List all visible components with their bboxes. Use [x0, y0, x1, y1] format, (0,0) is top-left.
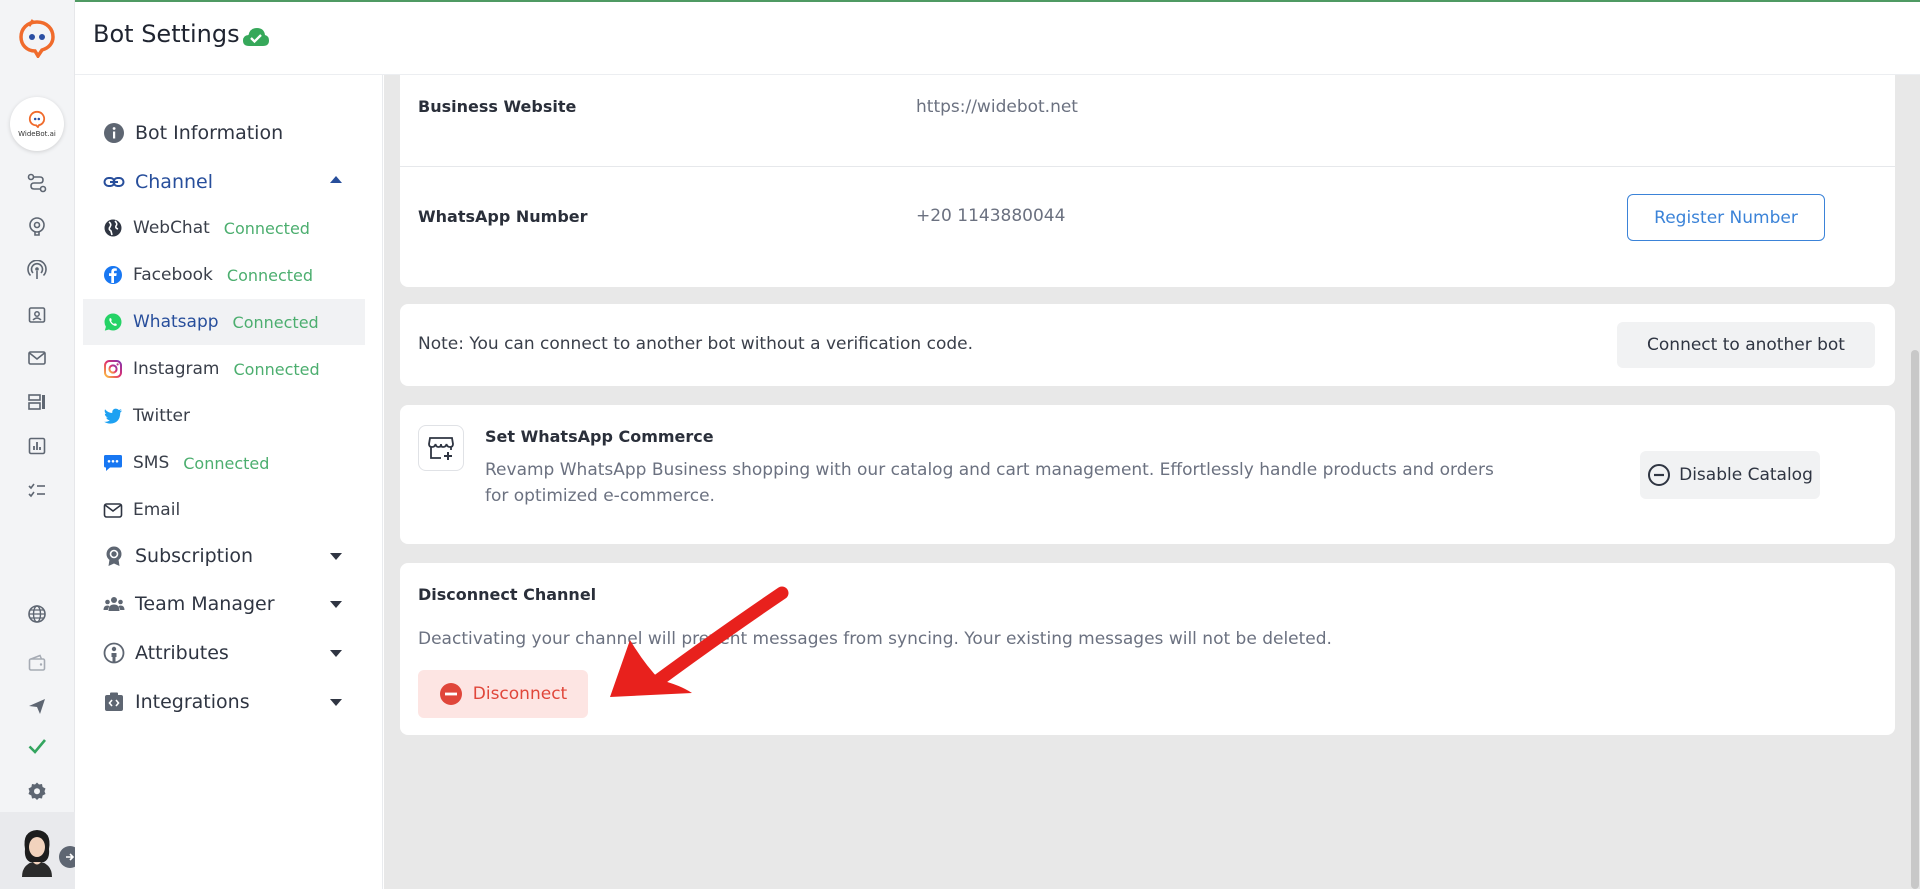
store-icon — [418, 425, 464, 471]
connected-status: Connected — [223, 218, 310, 238]
channel-item-webchat[interactable]: WebChat Connected — [83, 205, 365, 251]
menu-channel[interactable]: Channel — [103, 167, 213, 197]
menu-integrations[interactable]: Integrations — [103, 687, 250, 717]
bot-logo-icon — [28, 110, 46, 128]
channel-name: Facebook — [133, 265, 213, 285]
facebook-icon — [104, 266, 122, 284]
checkmark-icon[interactable] — [24, 733, 50, 759]
connected-status: Connected — [232, 312, 319, 332]
commerce-title: Set WhatsApp Commerce — [485, 427, 714, 446]
whatsapp-icon — [104, 313, 122, 331]
team-icon — [103, 597, 125, 611]
business-website-value: https://widebot.net — [916, 97, 1078, 117]
divider — [400, 166, 1895, 167]
channel-name: Twitter — [133, 406, 190, 426]
analytics-icon[interactable] — [24, 433, 50, 459]
scrollbar[interactable] — [1911, 350, 1919, 889]
channel-item-email[interactable]: Email — [83, 487, 365, 533]
left-rail: WideBot.ai — [0, 0, 81, 889]
chevron-down-icon[interactable] — [330, 650, 342, 657]
menu-subscription[interactable]: Subscription — [103, 541, 253, 571]
mail-icon — [103, 503, 123, 518]
settings-sidebar: Bot Information Channel WebChat Connecte… — [75, 75, 383, 889]
channel-item-instagram[interactable]: Instagram Connected — [83, 346, 365, 392]
disconnect-title: Disconnect Channel — [418, 585, 597, 604]
channel-name: Email — [133, 500, 181, 520]
channel-name: Instagram — [133, 359, 220, 379]
connect-another-bot-button[interactable]: Connect to another bot — [1617, 322, 1875, 368]
details-card: Business Website https://widebot.net Wha… — [400, 75, 1895, 287]
commerce-card: Set WhatsApp Commerce Revamp WhatsApp Bu… — [400, 405, 1895, 544]
instagram-icon — [104, 360, 122, 378]
menu-subscription-label: Subscription — [135, 545, 254, 567]
menu-team-manager-label: Team Manager — [135, 593, 275, 615]
disconnect-button[interactable]: Disconnect — [418, 670, 588, 718]
gear-icon[interactable] — [24, 778, 50, 804]
checklist-icon[interactable] — [24, 478, 50, 504]
flow-icon[interactable] — [24, 170, 50, 196]
channel-item-whatsapp[interactable]: Whatsapp Connected — [83, 299, 365, 345]
connect-note: Note: You can connect to another bot wit… — [418, 334, 974, 354]
connected-status: Connected — [183, 453, 270, 473]
badge-icon — [106, 546, 122, 566]
connected-status: Connected — [226, 265, 314, 285]
channel-item-facebook[interactable]: Facebook Connected — [83, 252, 365, 298]
send-icon[interactable] — [24, 693, 50, 719]
minus-circle-icon — [439, 683, 462, 705]
main-content: Business Website https://widebot.net Wha… — [384, 75, 1920, 889]
menu-channel-label: Channel — [135, 171, 214, 193]
connected-status: Connected — [233, 359, 320, 379]
whatsapp-number-label: WhatsApp Number — [418, 207, 588, 226]
chevron-down-icon[interactable] — [330, 699, 342, 706]
disconnect-label: Disconnect — [472, 684, 568, 704]
bot-avatar-label: WideBot.ai — [18, 130, 56, 138]
cloud-saved-icon — [243, 28, 269, 46]
wallet-icon[interactable] — [24, 650, 50, 676]
menu-integrations-label: Integrations — [135, 691, 250, 713]
top-header: Bot Settings — [75, 2, 1920, 75]
user-avatar[interactable] — [14, 825, 60, 877]
register-number-button[interactable]: Register Number — [1627, 194, 1825, 241]
attributes-icon — [103, 642, 125, 664]
channel-name: SMS — [133, 453, 170, 473]
disable-catalog-label: Disable Catalog — [1679, 465, 1813, 485]
menu-team-manager[interactable]: Team Manager — [103, 589, 275, 619]
chevron-down-icon[interactable] — [330, 553, 342, 560]
menu-attributes-label: Attributes — [135, 642, 229, 664]
menu-attributes[interactable]: Attributes — [103, 638, 229, 668]
menu-bot-information-label: Bot Information — [135, 122, 284, 144]
channel-name: WebChat — [133, 218, 210, 238]
mail-icon[interactable] — [24, 345, 50, 371]
dashboard-icon[interactable] — [24, 389, 50, 415]
globe-icon — [104, 219, 122, 237]
chevron-up-icon[interactable] — [330, 176, 342, 183]
disconnect-card: Disconnect Channel Deactivating your cha… — [400, 563, 1895, 735]
integrations-icon — [105, 692, 123, 711]
channel-item-twitter[interactable]: Twitter — [83, 393, 365, 439]
menu-bot-information[interactable]: Bot Information — [103, 118, 283, 148]
disable-catalog-button[interactable]: Disable Catalog — [1640, 451, 1820, 499]
disconnect-description: Deactivating your channel will prevent m… — [418, 629, 1332, 649]
channel-name: Whatsapp — [133, 312, 219, 332]
brain-icon[interactable] — [24, 213, 50, 239]
page-title: Bot Settings — [93, 20, 240, 48]
broadcast-icon[interactable] — [24, 257, 50, 283]
twitter-icon — [104, 408, 122, 424]
widebot-logo-icon[interactable] — [18, 18, 56, 60]
whatsapp-number-value: +20 1143880044 — [916, 206, 1066, 226]
minus-circle-icon — [1648, 464, 1671, 486]
business-website-label: Business Website — [418, 97, 577, 116]
info-icon — [104, 123, 124, 143]
channel-item-sms[interactable]: SMS Connected — [83, 440, 365, 486]
bot-avatar[interactable]: WideBot.ai — [10, 97, 64, 151]
inbox-icon[interactable] — [24, 302, 50, 328]
sms-icon — [104, 455, 122, 471]
note-card: Note: You can connect to another bot wit… — [400, 304, 1895, 386]
chevron-down-icon[interactable] — [330, 601, 342, 608]
commerce-description: Revamp WhatsApp Business shopping with o… — [485, 460, 1494, 506]
globe-icon[interactable] — [24, 601, 50, 627]
link-icon — [103, 177, 125, 187]
